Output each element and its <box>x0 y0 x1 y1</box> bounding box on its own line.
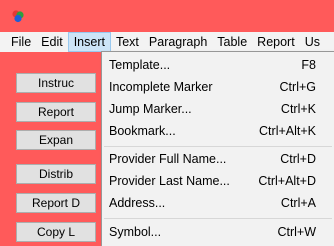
menu-item-address[interactable]: Address... Ctrl+A <box>102 192 334 214</box>
menu-item-shortcut: Ctrl+Alt+K <box>259 124 316 138</box>
instructions-button[interactable]: Instruc <box>16 73 96 93</box>
app-logo-icon <box>12 10 24 23</box>
menu-item-label: Bookmark... <box>109 124 176 138</box>
menu-item-label: Symbol... <box>109 225 162 239</box>
menu-insert[interactable]: Insert <box>67 32 111 52</box>
menu-file[interactable]: File <box>0 32 36 52</box>
menu-item-incomplete-marker[interactable]: Incomplete Marker Ctrl+G <box>102 76 334 98</box>
menu-separator <box>104 218 332 219</box>
menu-item-shortcut: Ctrl+K <box>280 102 316 116</box>
expand-button[interactable]: Expan <box>16 130 96 150</box>
menu-item-template[interactable]: Template... F8 <box>102 54 334 76</box>
menu-item-label: Incomplete Marker <box>109 80 213 94</box>
menu-item-shortcut: F8 <box>301 58 316 72</box>
menu-item-jump-marker[interactable]: Jump Marker... Ctrl+K <box>102 98 334 120</box>
menu-item-label: Jump Marker... <box>109 102 192 116</box>
menu-item-label: Provider Last Name... <box>109 174 230 188</box>
menu-item-provider-full-name[interactable]: Provider Full Name... Ctrl+D <box>102 148 334 170</box>
menu-bar: File Edit Insert Text Paragraph Table Re… <box>0 32 334 52</box>
menu-us[interactable]: Us <box>300 32 325 52</box>
copy-l-button[interactable]: Copy L <box>16 222 96 242</box>
distribute-button[interactable]: Distrib <box>16 164 96 184</box>
menu-item-label: Template... <box>109 58 171 72</box>
menu-item-shortcut: Ctrl+A <box>280 196 316 210</box>
menu-edit[interactable]: Edit <box>36 32 68 52</box>
application-window: File Edit Insert Text Paragraph Table Re… <box>0 0 334 246</box>
menu-item-shortcut: Ctrl+W <box>277 225 316 239</box>
menu-item-label: Address... <box>109 196 166 210</box>
menu-item-symbol[interactable]: Symbol... Ctrl+W <box>102 221 334 243</box>
insert-dropdown-menu: Template... F8 Incomplete Marker Ctrl+G … <box>101 51 334 246</box>
report-d-button[interactable]: Report D <box>16 193 96 213</box>
menu-item-shortcut: Ctrl+G <box>279 80 316 94</box>
report-button[interactable]: Report <box>16 102 96 122</box>
menu-text[interactable]: Text <box>111 32 144 52</box>
menu-item-label: Provider Full Name... <box>109 152 227 166</box>
menu-report[interactable]: Report <box>252 32 300 52</box>
menu-item-shortcut: Ctrl+D <box>280 152 316 166</box>
title-bar <box>0 0 334 32</box>
menu-item-provider-last-name[interactable]: Provider Last Name... Ctrl+Alt+D <box>102 170 334 192</box>
menu-paragraph[interactable]: Paragraph <box>144 32 212 52</box>
menu-item-bookmark[interactable]: Bookmark... Ctrl+Alt+K <box>102 120 334 142</box>
menu-item-shortcut: Ctrl+Alt+D <box>258 174 316 188</box>
menu-separator <box>104 146 332 147</box>
menu-table[interactable]: Table <box>212 32 252 52</box>
